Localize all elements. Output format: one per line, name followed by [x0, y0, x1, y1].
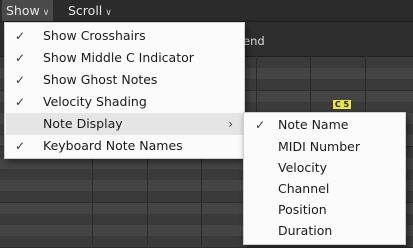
submenu-item-label: Note Name: [278, 117, 349, 132]
submenu-item-channel[interactable]: Channel: [245, 178, 404, 200]
submenu-item-label: Position: [278, 202, 327, 217]
submenu-item-label: MIDI Number: [278, 139, 360, 154]
menu-item-label: Show Ghost Notes: [43, 72, 158, 87]
submenu-item-label: Velocity: [278, 160, 328, 175]
menu-item-note-display[interactable]: Note Display ›: [6, 113, 243, 135]
submenu-item-duration[interactable]: Duration: [245, 220, 404, 242]
menu-item-show-ghost-notes[interactable]: ✓ Show Ghost Notes: [6, 69, 243, 91]
chevron-down-icon: ∨: [42, 8, 50, 18]
menu-item-show-crosshairs[interactable]: ✓ Show Crosshairs: [6, 25, 243, 47]
menu-item-show-middle-c[interactable]: ✓ Show Middle C Indicator: [6, 47, 243, 69]
submenu-item-label: Channel: [278, 181, 330, 196]
show-menu-button[interactable]: Show ∨: [2, 0, 54, 21]
legend-text: end: [243, 34, 265, 48]
check-icon: ✓: [14, 95, 26, 109]
scroll-menu-button[interactable]: Scroll ∨: [64, 0, 116, 21]
menu-item-keyboard-note-names[interactable]: ✓ Keyboard Note Names: [6, 135, 243, 157]
check-icon: ✓: [14, 51, 26, 65]
check-icon: ✓: [254, 118, 266, 132]
show-menu: ✓ Show Crosshairs ✓ Show Middle C Indica…: [4, 22, 245, 159]
menu-item-label: Velocity Shading: [43, 94, 147, 109]
menu-item-label: Show Middle C Indicator: [43, 50, 194, 65]
show-menu-label: Show: [6, 3, 40, 18]
menu-item-velocity-shading[interactable]: ✓ Velocity Shading: [6, 91, 243, 113]
submenu-item-velocity[interactable]: Velocity: [245, 157, 404, 179]
note-block[interactable]: C 5: [333, 100, 351, 109]
chevron-right-icon: ›: [228, 117, 233, 131]
scroll-menu-label: Scroll: [68, 3, 103, 18]
note-display-submenu: ✓ Note Name MIDI Number Velocity Channel…: [243, 112, 406, 245]
submenu-item-label: Duration: [278, 223, 333, 238]
check-icon: ✓: [14, 73, 26, 87]
menu-item-label: Keyboard Note Names: [43, 138, 183, 153]
menu-bar: Show ∨ Scroll ∨: [0, 0, 413, 22]
check-icon: ✓: [14, 29, 26, 43]
menu-item-label: Note Display: [43, 116, 123, 131]
submenu-item-midi-number[interactable]: MIDI Number: [245, 136, 404, 158]
chevron-down-icon: ∨: [105, 8, 112, 18]
menu-item-label: Show Crosshairs: [43, 28, 146, 43]
submenu-item-note-name[interactable]: ✓ Note Name: [245, 114, 404, 136]
check-icon: ✓: [14, 139, 26, 153]
submenu-item-position[interactable]: Position: [245, 199, 404, 221]
